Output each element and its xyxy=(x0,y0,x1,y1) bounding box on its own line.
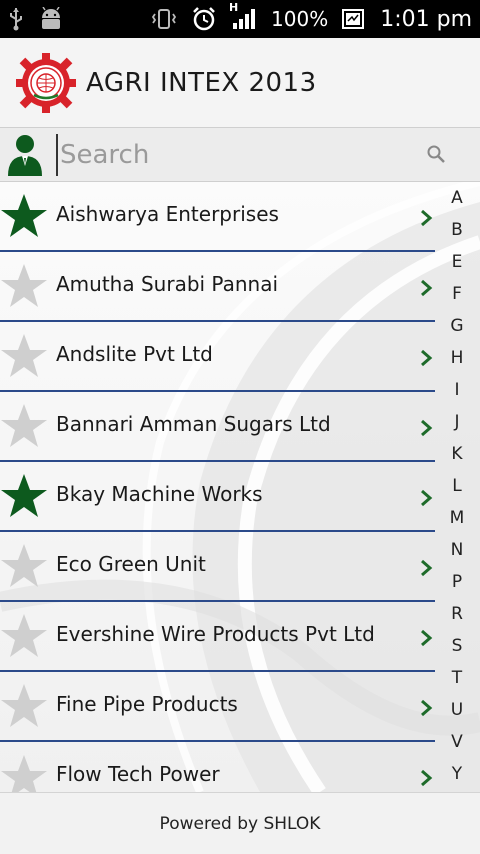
chevron-right-icon xyxy=(421,349,433,367)
footer: Powered by SHLOK xyxy=(0,792,480,854)
star-icon[interactable] xyxy=(0,402,48,450)
alphabet-index-letter[interactable]: H xyxy=(444,342,470,374)
alphabet-index-letter[interactable]: K xyxy=(444,438,470,470)
app-header: AGRI INTEX 2013 xyxy=(0,38,480,128)
star-icon[interactable] xyxy=(0,682,48,730)
network-type-label: H xyxy=(229,1,239,14)
search-icon[interactable] xyxy=(426,144,446,164)
alphabet-index-letter[interactable]: E xyxy=(444,246,470,278)
alphabet-index-letter[interactable]: L xyxy=(444,470,470,502)
chevron-right-icon xyxy=(421,559,433,577)
list-item-label: Fine Pipe Products xyxy=(56,692,238,716)
star-icon[interactable] xyxy=(0,612,48,660)
user-icon[interactable] xyxy=(6,132,44,178)
list-item-label: Eco Green Unit xyxy=(56,552,206,576)
alphabet-index-letter[interactable]: P xyxy=(444,566,470,598)
app-logo xyxy=(16,52,76,113)
alphabet-index-letter[interactable]: V xyxy=(444,726,470,758)
star-icon[interactable] xyxy=(0,753,48,792)
list-item[interactable]: Aishwarya Enterprises xyxy=(0,182,435,252)
list-item[interactable]: Evershine Wire Products Pvt Ltd xyxy=(0,602,435,672)
list-item-label: Aishwarya Enterprises xyxy=(56,202,279,226)
star-icon[interactable] xyxy=(0,192,48,240)
status-bar-right: H 100% 1:01 pm xyxy=(151,1,472,32)
clock: 1:01 pm xyxy=(380,6,472,32)
chevron-right-icon xyxy=(421,629,433,647)
alphabet-index-letter[interactable]: S xyxy=(444,630,470,662)
alphabet-index-letter[interactable]: U xyxy=(444,694,470,726)
battery-icon xyxy=(342,8,366,30)
vibrate-icon xyxy=(151,7,177,31)
alphabet-index-letter[interactable]: B xyxy=(444,214,470,246)
list-item-label: Flow Tech Power xyxy=(56,762,220,786)
alphabet-index-letter[interactable]: N xyxy=(444,534,470,566)
chevron-right-icon xyxy=(421,489,433,507)
company-list: Aishwarya Enterprises Amutha Surabi Pann… xyxy=(0,182,435,792)
alphabet-index-letter[interactable]: M xyxy=(444,502,470,534)
alphabet-index-letter[interactable]: I xyxy=(444,374,470,406)
list-item[interactable]: Amutha Surabi Pannai xyxy=(0,252,435,322)
alphabet-index-letter[interactable]: Y xyxy=(444,758,470,790)
search-input[interactable] xyxy=(56,134,456,176)
chevron-right-icon xyxy=(421,209,433,227)
chevron-right-icon xyxy=(421,419,433,437)
alphabet-index-letter[interactable]: G xyxy=(444,310,470,342)
app-title: AGRI INTEX 2013 xyxy=(86,67,317,98)
list-item-label: Andslite Pvt Ltd xyxy=(56,342,213,366)
alphabet-index-letter[interactable]: R xyxy=(444,598,470,630)
alphabet-index: A B E F G H I J K L M N P R S T U V Y xyxy=(444,182,470,790)
android-debug-icon xyxy=(38,7,64,31)
list-item[interactable]: Flow Tech Power xyxy=(0,742,435,792)
list-item-label: Bkay Machine Works xyxy=(56,482,263,506)
list-item-label: Evershine Wire Products Pvt Ltd xyxy=(56,622,375,646)
list-item[interactable]: Fine Pipe Products xyxy=(0,672,435,742)
star-icon[interactable] xyxy=(0,332,48,380)
chevron-right-icon xyxy=(421,699,433,717)
chevron-right-icon xyxy=(421,769,433,787)
alarm-clock-icon xyxy=(191,6,217,32)
alphabet-index-letter[interactable]: T xyxy=(444,662,470,694)
search-bar xyxy=(0,128,480,182)
alphabet-index-letter[interactable]: F xyxy=(444,278,470,310)
list-item[interactable]: Andslite Pvt Ltd xyxy=(0,322,435,392)
signal-icon: H xyxy=(229,1,257,31)
star-icon[interactable] xyxy=(0,542,48,590)
star-icon[interactable] xyxy=(0,472,48,520)
list-item-label: Amutha Surabi Pannai xyxy=(56,272,279,296)
list-item[interactable]: Bannari Amman Sugars Ltd xyxy=(0,392,435,462)
list-item[interactable]: Eco Green Unit xyxy=(0,532,435,602)
alphabet-index-letter[interactable]: A xyxy=(444,182,470,214)
company-list-area: Aishwarya Enterprises Amutha Surabi Pann… xyxy=(0,182,480,792)
status-bar: H 100% 1:01 pm xyxy=(0,0,480,38)
list-item[interactable]: Bkay Machine Works xyxy=(0,462,435,532)
alphabet-index-letter[interactable]: J xyxy=(444,406,470,438)
list-item-label: Bannari Amman Sugars Ltd xyxy=(56,412,331,436)
powered-by-text: Powered by SHLOK xyxy=(159,813,321,834)
star-icon[interactable] xyxy=(0,262,48,310)
chevron-right-icon xyxy=(421,279,433,297)
battery-percent: 100% xyxy=(271,7,329,31)
usb-icon xyxy=(8,7,24,31)
status-bar-left xyxy=(8,7,64,31)
